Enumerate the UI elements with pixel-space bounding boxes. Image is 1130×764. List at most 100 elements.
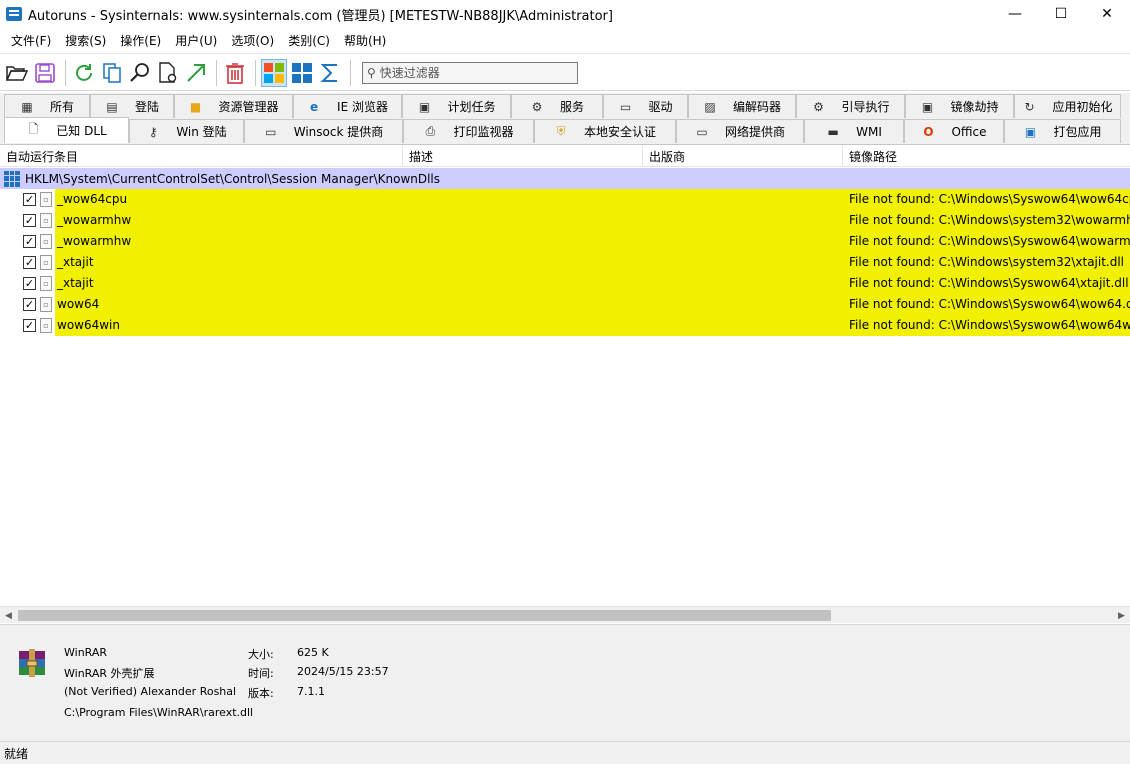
close-button[interactable]: ✕: [1084, 0, 1130, 28]
window-controls: — ☐ ✕: [992, 0, 1130, 28]
tab-office[interactable]: O Office: [904, 119, 1004, 143]
tab-label: 镜像劫持: [950, 100, 999, 114]
table-row[interactable]: ✓ ▫ wow64win File not found: C:\Windows\…: [0, 315, 1130, 336]
tab-drivers[interactable]: ▭ 驱动: [603, 94, 688, 118]
status-bar: 就绪: [0, 741, 1130, 764]
entry-image-path: File not found: C:\Windows\Syswow64\wow6…: [849, 192, 1130, 206]
tab-services[interactable]: ⚙ 服务: [511, 94, 603, 118]
microsoft-entries-button[interactable]: [261, 58, 287, 87]
tab-label: IE 浏览器: [337, 100, 388, 114]
table-row[interactable]: ✓ ▫ _xtajit File not found: C:\Windows\S…: [0, 273, 1130, 294]
tab-everything[interactable]: ▦ 所有: [4, 94, 90, 118]
table-row[interactable]: ✓ ▫ _xtajit File not found: C:\Windows\s…: [0, 252, 1130, 273]
quick-filter-input[interactable]: ⚲ 快速过滤器: [362, 61, 578, 84]
jump-button[interactable]: [183, 59, 209, 87]
tab-label: Winsock 提供商: [293, 125, 384, 139]
network-card-icon: ▭: [265, 124, 277, 139]
codec-icon: ▨: [704, 99, 716, 114]
menu-action[interactable]: 操作(E): [113, 32, 168, 49]
scroll-right-icon[interactable]: ▶: [1113, 607, 1130, 624]
tab-boot-execute[interactable]: ⚙ 引导执行: [796, 94, 905, 118]
office-icon: O: [923, 124, 934, 139]
entry-image-path: File not found: C:\Windows\system32\wowa…: [849, 213, 1130, 227]
toolbar-separator: [65, 59, 66, 86]
windows-entries-button[interactable]: [289, 59, 315, 87]
entry-checkbox[interactable]: ✓: [23, 235, 36, 248]
column-autorun-entry[interactable]: 自动运行条目: [0, 145, 403, 167]
table-row[interactable]: ✓ ▫ wow64 File not found: C:\Windows\Sys…: [0, 294, 1130, 315]
column-publisher[interactable]: 出版商: [643, 145, 843, 167]
category-tabs: ▦ 所有 ▤ 登陆 ■ 资源管理器 e IE 浏览器 ▣ 计划任务 ⚙ 服务 ▭ 驱动 ▨ 编解…: [0, 93, 1130, 145]
monitor-icon: ▭: [619, 99, 632, 114]
dll-icon: ▫: [40, 276, 52, 291]
refresh-circle-icon: ↻: [1024, 99, 1035, 114]
find-button[interactable]: [127, 59, 153, 87]
minimize-button[interactable]: —: [992, 0, 1038, 28]
entry-name: _wow64cpu: [57, 192, 128, 206]
tab-codecs[interactable]: ▨ 编解码器: [688, 94, 796, 118]
detail-version-value: 7.1.1: [297, 685, 325, 698]
scrollbar-thumb[interactable]: [18, 610, 831, 621]
tab-winlogon[interactable]: ⚷ Win 登陆: [129, 119, 244, 143]
tab-label: 本地安全认证: [583, 125, 656, 139]
scroll-left-icon[interactable]: ◀: [0, 607, 17, 624]
tab-known-dlls[interactable]: 🗋 已知 DLL: [4, 117, 129, 143]
menu-category[interactable]: 类别(C): [281, 32, 337, 49]
refresh-button[interactable]: [71, 59, 97, 87]
entry-image-path: File not found: C:\Windows\Syswow64\xtaj…: [849, 276, 1129, 290]
tab-wmi[interactable]: ▬ WMI: [804, 119, 904, 143]
tab-appinit[interactable]: ↻ 应用初始化: [1014, 94, 1121, 118]
horizontal-scrollbar[interactable]: ◀ ▶: [0, 606, 1130, 623]
autorun-list: HKLM\System\CurrentControlSet\Control\Se…: [0, 168, 1130, 606]
tab-logon[interactable]: ▤ 登陆: [90, 94, 174, 118]
table-row[interactable]: ✓ ▫ _wowarmhw File not found: C:\Windows…: [0, 231, 1130, 252]
tab-label: 引导执行: [841, 100, 890, 114]
services-icon: ⚙: [531, 99, 543, 114]
entry-checkbox[interactable]: ✓: [23, 256, 36, 269]
save-button[interactable]: [32, 59, 58, 87]
sigma-button[interactable]: [317, 59, 343, 87]
tab-network-providers[interactable]: ▭ 网络提供商: [676, 119, 804, 143]
tab-print-monitors[interactable]: ⎙ 打印监视器: [403, 119, 534, 143]
tab-row-1: ▦ 所有 ▤ 登陆 ■ 资源管理器 e IE 浏览器 ▣ 计划任务 ⚙ 服务 ▭ 驱动 ▨ 编解…: [4, 94, 1121, 118]
entry-checkbox[interactable]: ✓: [23, 277, 36, 290]
copy-button[interactable]: [99, 59, 125, 87]
column-image-path[interactable]: 镜像路径: [843, 145, 1130, 167]
entry-checkbox[interactable]: ✓: [23, 214, 36, 227]
tab-packaged-apps[interactable]: ▣ 打包应用: [1004, 119, 1121, 143]
maximize-button[interactable]: ☐: [1038, 0, 1084, 28]
dll-icon: ▫: [40, 234, 52, 249]
detail-publisher: (Not Verified) Alexander Roshal: [64, 685, 237, 698]
open-folder-button[interactable]: [4, 59, 30, 87]
properties-button[interactable]: [155, 59, 181, 87]
menu-search[interactable]: 搜索(S): [58, 32, 113, 49]
copy-icon: [103, 62, 121, 83]
dll-icon: ▫: [40, 297, 52, 312]
menu-help[interactable]: 帮助(H): [337, 32, 393, 49]
user-key-icon: ⚷: [148, 124, 158, 139]
tab-lsa-providers[interactable]: ⛨ 本地安全认证: [534, 119, 676, 143]
entry-checkbox[interactable]: ✓: [23, 193, 36, 206]
entry-checkbox[interactable]: ✓: [23, 319, 36, 332]
menu-options[interactable]: 选项(O): [224, 32, 281, 49]
menu-file[interactable]: 文件(F): [4, 32, 58, 49]
table-row[interactable]: ✓ ▫ _wow64cpu File not found: C:\Windows…: [0, 189, 1130, 210]
entry-name: _xtajit: [57, 276, 94, 290]
table-row[interactable]: ✓ ▫ _wowarmhw File not found: C:\Windows…: [0, 210, 1130, 231]
tab-label: 登陆: [134, 100, 159, 114]
tab-winsock-providers[interactable]: ▭ Winsock 提供商: [244, 119, 403, 143]
column-description[interactable]: 描述: [403, 145, 643, 167]
title-bar: Autoruns - Sysinternals: www.sysinternal…: [0, 0, 1130, 28]
tab-explorer[interactable]: ■ 资源管理器: [174, 94, 293, 118]
registry-group-row[interactable]: HKLM\System\CurrentControlSet\Control\Se…: [0, 168, 1130, 189]
entry-name: wow64: [57, 297, 100, 311]
delete-button[interactable]: [222, 59, 248, 87]
tab-scheduled-tasks[interactable]: ▣ 计划任务: [402, 94, 511, 118]
tab-image-hijacks[interactable]: ▣ 镜像劫持: [905, 94, 1014, 118]
dll-icon: ▫: [40, 318, 52, 333]
menu-user[interactable]: 用户(U): [168, 32, 224, 49]
entry-checkbox[interactable]: ✓: [23, 298, 36, 311]
wmi-icon: ▬: [827, 124, 839, 139]
tab-internet-explorer[interactable]: e IE 浏览器: [293, 94, 402, 118]
printer-icon: ⎙: [425, 124, 436, 138]
